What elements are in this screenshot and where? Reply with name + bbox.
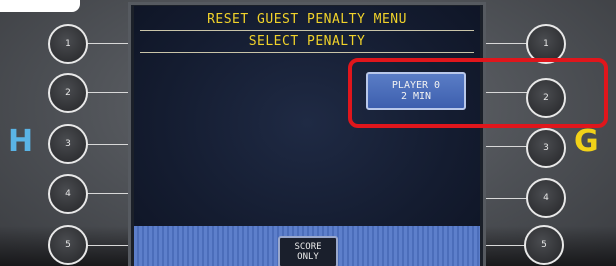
score-only-label-line1: SCORE <box>294 242 322 252</box>
score-only-button[interactable]: SCORE ONLY <box>278 236 338 266</box>
title-divider <box>140 30 474 31</box>
left-soft-button-5[interactable]: 5 <box>48 225 88 265</box>
display-screen: RESET GUEST PENALTY MENU SELECT PENALTY … <box>134 6 480 266</box>
right-soft-button-4[interactable]: 4 <box>526 178 566 218</box>
guest-label: G <box>574 124 599 159</box>
score-only-label-line2: ONLY <box>297 252 319 262</box>
left-soft-button-3[interactable]: 3 <box>48 124 88 164</box>
subtitle-divider <box>140 52 474 53</box>
left-soft-button-4[interactable]: 4 <box>48 174 88 214</box>
right-soft-button-3[interactable]: 3 <box>526 128 566 168</box>
left-soft-button-1[interactable]: 1 <box>48 24 88 64</box>
image-corner <box>0 0 80 12</box>
menu-subtitle: SELECT PENALTY <box>248 34 366 49</box>
control-panel: 1 2 3 4 5 H 1 2 3 4 5 G RESET GUEST PENA… <box>0 0 616 266</box>
right-soft-button-5[interactable]: 5 <box>524 225 564 265</box>
home-label: H <box>8 124 34 159</box>
menu-title: RESET GUEST PENALTY MENU <box>207 12 407 27</box>
highlight-box <box>348 58 608 128</box>
left-soft-button-2[interactable]: 2 <box>48 73 88 113</box>
